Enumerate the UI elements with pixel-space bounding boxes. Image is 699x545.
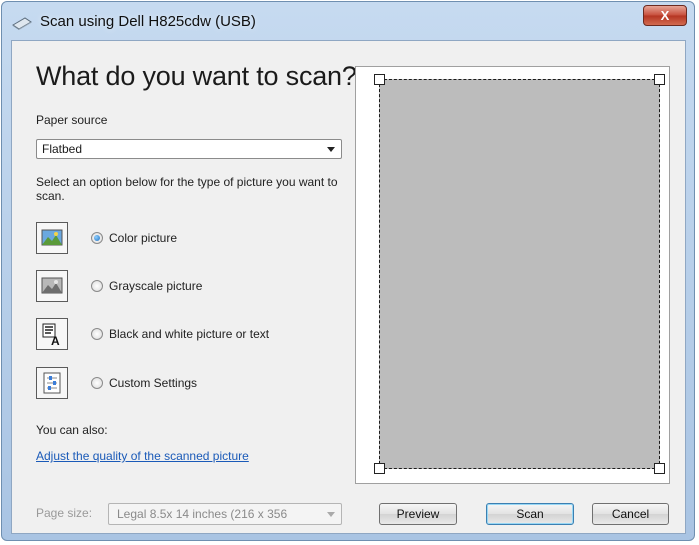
page-title: What do you want to scan? <box>36 61 357 91</box>
preview-pane <box>355 66 670 484</box>
close-button[interactable]: X <box>643 5 687 26</box>
black-white-text-icon: A <box>36 318 68 350</box>
scan-region[interactable] <box>379 79 660 469</box>
page-size-label: Page size: <box>36 506 93 520</box>
adjust-quality-link[interactable]: Adjust the quality of the scanned pictur… <box>36 449 249 463</box>
resize-handle-bottom-left[interactable] <box>374 463 385 474</box>
scanner-icon <box>12 17 32 30</box>
custom-settings-label: Custom Settings <box>109 376 198 390</box>
paper-source-value: Flatbed <box>42 142 83 156</box>
color-picture-icon <box>36 222 68 254</box>
page-size-dropdown: Legal 8.5x 14 inches (216 x 356 <box>108 503 342 525</box>
option-custom-settings[interactable]: Custom Settings <box>36 367 346 399</box>
color-picture-label: Color picture <box>109 231 178 245</box>
cancel-button[interactable]: Cancel <box>592 503 669 525</box>
option-black-white-text[interactable]: A Black and white picture or text <box>36 318 346 350</box>
resize-handle-top-right[interactable] <box>654 74 665 85</box>
close-icon: X <box>660 8 670 23</box>
grayscale-picture-radio[interactable] <box>91 280 103 292</box>
chevron-down-icon <box>327 512 335 517</box>
black-white-radio[interactable] <box>91 328 103 340</box>
svg-text:A: A <box>51 334 60 348</box>
paper-source-dropdown[interactable]: Flatbed <box>36 139 342 159</box>
chevron-down-icon <box>327 147 335 152</box>
grayscale-picture-icon <box>36 270 68 302</box>
page-size-value: Legal 8.5x 14 inches (216 x 356 <box>117 507 288 521</box>
title-bar[interactable]: Scan using Dell H825cdw (USB) X <box>2 2 694 42</box>
dialog-body: What do you want to scan? Paper source F… <box>11 40 686 534</box>
black-white-label: Black and white picture or text <box>109 327 270 341</box>
option-grayscale-picture[interactable]: Grayscale picture <box>36 270 346 302</box>
resize-handle-bottom-right[interactable] <box>654 463 665 474</box>
preview-button[interactable]: Preview <box>379 503 457 525</box>
custom-settings-icon <box>36 367 68 399</box>
scan-button[interactable]: Scan <box>486 503 574 525</box>
custom-settings-radio[interactable] <box>91 377 103 389</box>
resize-handle-top-left[interactable] <box>374 74 385 85</box>
option-color-picture[interactable]: Color picture <box>36 222 346 254</box>
you-can-also-label: You can also: <box>36 423 108 437</box>
window-title: Scan using Dell H825cdw (USB) <box>40 13 256 30</box>
color-picture-radio[interactable] <box>91 232 103 244</box>
instruction-text: Select an option below for the type of p… <box>36 175 338 203</box>
paper-source-label: Paper source <box>36 113 108 127</box>
grayscale-picture-label: Grayscale picture <box>109 279 203 293</box>
scan-dialog: Scan using Dell H825cdw (USB) X What do … <box>1 1 695 541</box>
